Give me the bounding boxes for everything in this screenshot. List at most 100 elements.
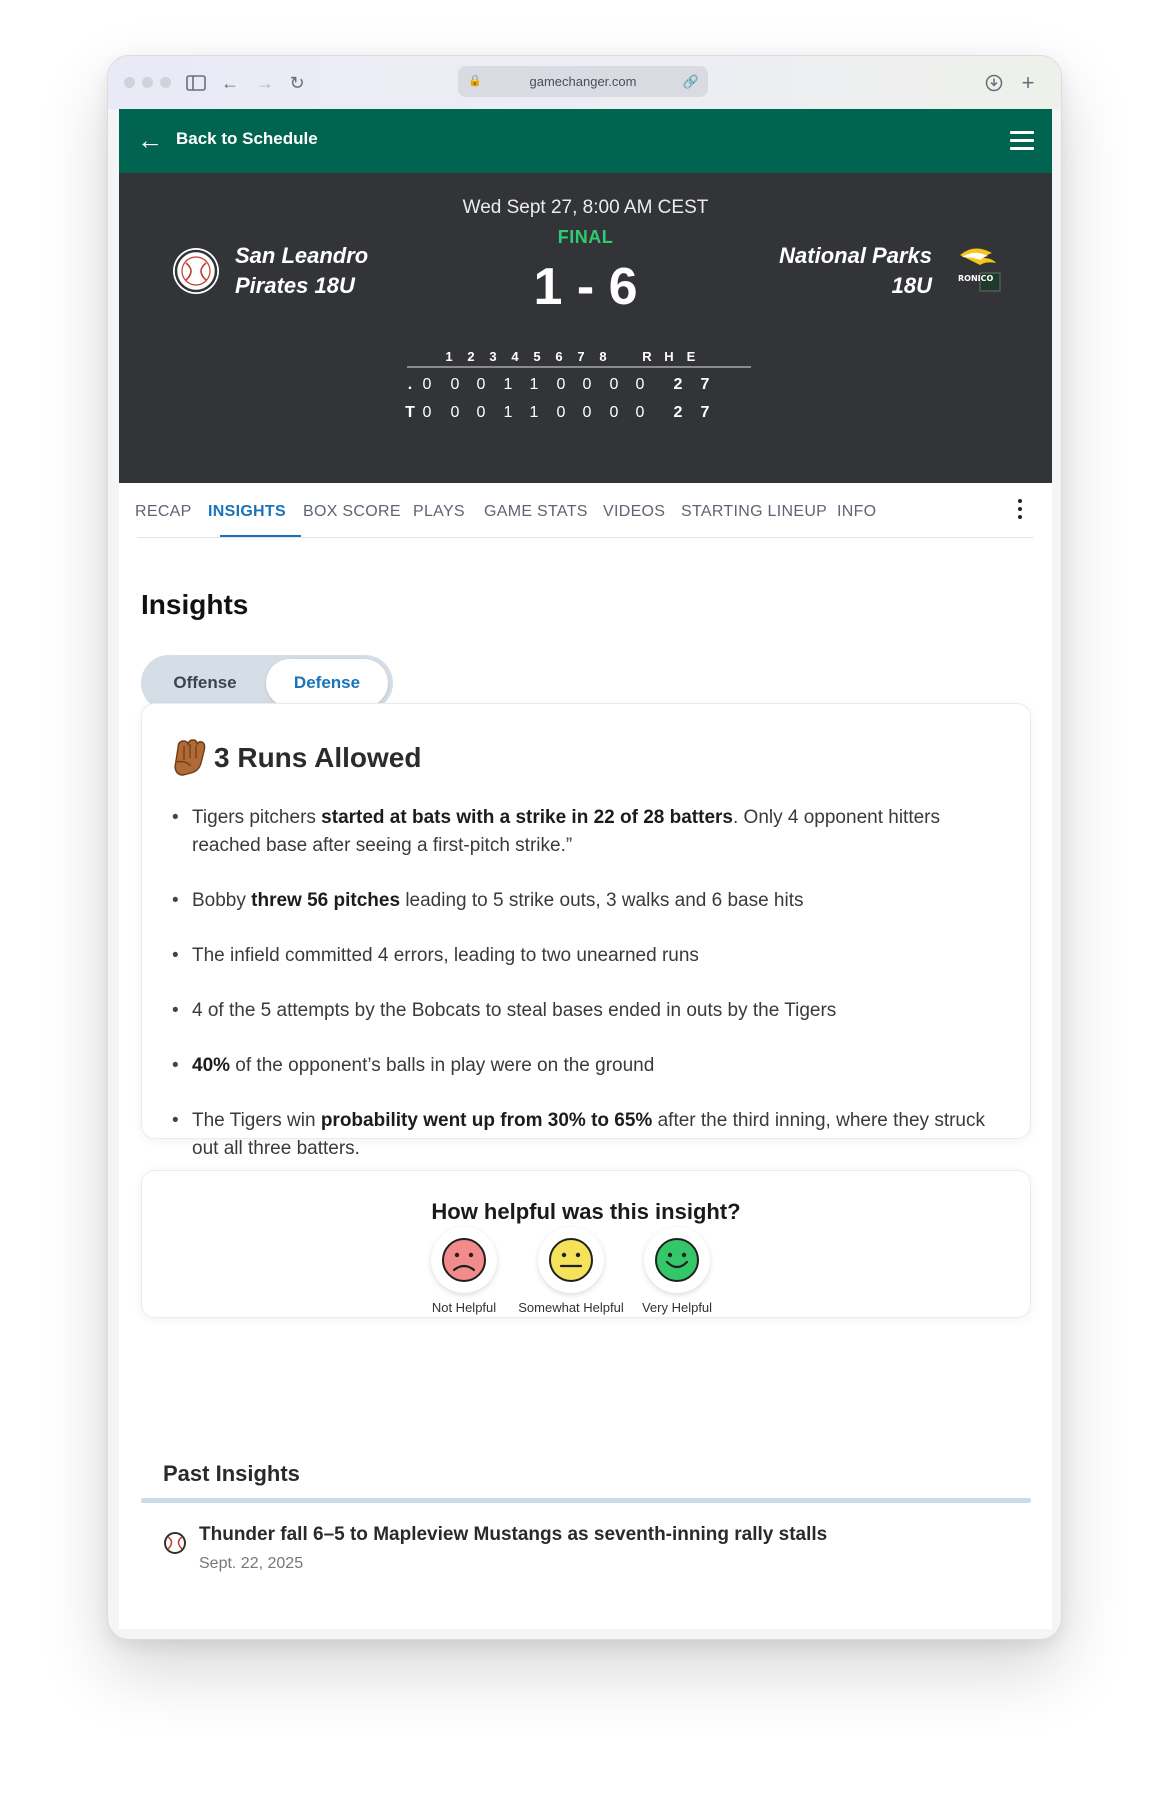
linescore-cell: 0 bbox=[635, 376, 645, 393]
tab-info[interactable]: INFO bbox=[837, 503, 876, 521]
insight-bullet-highlight: 40% bbox=[192, 1055, 231, 1076]
insight-bullet-text: of the opponent’s balls in play were on … bbox=[230, 1055, 655, 1076]
linescore-cell: 1 bbox=[529, 404, 539, 421]
linescore-header-cell: 5 bbox=[533, 349, 541, 364]
linescore-header-cell: E bbox=[686, 349, 696, 364]
linescore-cell: 0 bbox=[450, 376, 460, 393]
insight-bullet-highlight: started at bats with a strike in 22 of 2… bbox=[321, 807, 733, 828]
tab-plays[interactable]: PLAYS bbox=[413, 503, 465, 521]
browser-window: ← → ↻ 🔒 gamechanger.com 🔗 + ← Back to Sc… bbox=[107, 55, 1062, 1640]
linescore-cell: 0 bbox=[556, 404, 566, 421]
linescore-header-cell: 8 bbox=[599, 349, 607, 364]
sidebar-toggle-icon[interactable] bbox=[184, 71, 208, 95]
minimize-window-button[interactable] bbox=[142, 77, 153, 88]
link-icon[interactable]: 🔗 bbox=[683, 66, 699, 97]
linescore-cell: 0 bbox=[422, 376, 432, 393]
insight-bullet-text: The infield committed 4 errors, leading … bbox=[192, 945, 699, 966]
linescore-cell: 1 bbox=[503, 376, 513, 393]
insight-bullet-text: Tigers pitchers bbox=[192, 807, 322, 828]
insight-bullet: 40% of the opponent’s balls in play were… bbox=[172, 1052, 992, 1080]
page-content: ← Back to Schedule Wed Sept 27, 8:00 AM … bbox=[119, 109, 1052, 1629]
linescore-row: .00011000027 bbox=[407, 376, 751, 404]
smile-face-button[interactable] bbox=[644, 1227, 710, 1293]
insight-bullet: Bobby threw 56 pitches leading to 5 stri… bbox=[172, 887, 992, 915]
tab-game-stats[interactable]: GAME STATS bbox=[484, 503, 588, 521]
linescore-cell: 0 bbox=[582, 376, 592, 393]
tab-starting-lineup[interactable]: STARTING LINEUP bbox=[681, 503, 827, 521]
linescore-cell: 0 bbox=[582, 404, 592, 421]
url-text: gamechanger.com bbox=[529, 74, 637, 89]
linescore-header-cell: 3 bbox=[489, 349, 497, 364]
linescore-cell: 0 bbox=[609, 376, 619, 393]
defense-toggle-option[interactable]: Defense bbox=[266, 659, 388, 707]
new-tab-icon[interactable]: + bbox=[1016, 71, 1040, 95]
feedback-question: How helpful was this insight? bbox=[431, 1199, 741, 1224]
back-to-schedule-link[interactable]: Back to Schedule bbox=[176, 129, 318, 149]
browser-toolbar: ← → ↻ 🔒 gamechanger.com 🔗 + bbox=[108, 56, 1061, 109]
svg-text:RONICO: RONICO bbox=[958, 274, 994, 283]
frown-face-icon bbox=[442, 1238, 486, 1282]
linescore-header-cell: R bbox=[642, 349, 652, 364]
neutral-face-button[interactable] bbox=[538, 1227, 604, 1293]
back-icon[interactable]: ← bbox=[218, 71, 242, 95]
linescore-cell: 7 bbox=[700, 404, 710, 421]
insight-bullet-text: leading to 5 strike outs, 3 walks and 6 … bbox=[400, 890, 804, 911]
linescore-header-cell: 6 bbox=[555, 349, 563, 364]
away-team-name[interactable]: National Parks 18U bbox=[779, 241, 932, 301]
download-icon[interactable] bbox=[982, 71, 1006, 95]
linescore-header-cell: 1 bbox=[445, 349, 453, 364]
linescore-cell: 2 bbox=[673, 376, 683, 393]
linescore-header-cell: H bbox=[664, 349, 674, 364]
past-insights-heading: Past Insights bbox=[163, 1461, 300, 1486]
feedback-option-label: Very Helpful bbox=[641, 1300, 713, 1315]
insight-card: 3 Runs Allowed Tigers pitchers started a… bbox=[141, 703, 1031, 1159]
close-window-button[interactable] bbox=[124, 77, 135, 88]
home-team-name[interactable]: San Leandro Pirates 18U bbox=[235, 241, 368, 301]
insight-bullet-list: Tigers pitchers started at bats with a s… bbox=[172, 804, 992, 1190]
tab-box-score[interactable]: BOX SCORE bbox=[303, 503, 401, 521]
linescore-header: 12345678 RHE bbox=[407, 347, 751, 368]
frown-face-button[interactable] bbox=[431, 1227, 497, 1293]
insight-bullet-text: 4 of the 5 attempts by the Bobcats to st… bbox=[192, 1000, 837, 1021]
neutral-face-icon bbox=[549, 1238, 593, 1282]
linescore-row: T00011000027 bbox=[405, 404, 751, 432]
linescore-cell: 0 bbox=[450, 404, 460, 421]
linescore-cell: 0 bbox=[609, 404, 619, 421]
linescore-cell: 0 bbox=[422, 404, 432, 421]
linescore-cell: 0 bbox=[556, 376, 566, 393]
more-options-icon[interactable] bbox=[1018, 499, 1022, 523]
insight-card-title: 3 Runs Allowed bbox=[214, 742, 422, 773]
linescore-cell: 7 bbox=[700, 376, 710, 393]
tab-videos[interactable]: VIDEOS bbox=[603, 503, 665, 521]
hamburger-menu-icon[interactable] bbox=[1010, 131, 1034, 155]
linescore-header-cell: 2 bbox=[467, 349, 475, 364]
page-title: Insights bbox=[141, 589, 249, 620]
address-bar[interactable]: 🔒 gamechanger.com 🔗 bbox=[458, 66, 708, 97]
linescore-cell: 0 bbox=[476, 404, 486, 421]
forward-icon[interactable]: → bbox=[253, 71, 277, 95]
tab-recap[interactable]: RECAP bbox=[135, 503, 192, 521]
insight-bullet: The Tigers win probability went up from … bbox=[172, 1107, 992, 1163]
insight-bullet-text: The Tigers win bbox=[192, 1110, 321, 1131]
game-datetime: Wed Sept 27, 8:00 AM CEST bbox=[462, 197, 709, 218]
linescore-cell: 1 bbox=[503, 404, 513, 421]
tab-insights[interactable]: INSIGHTS bbox=[208, 503, 286, 521]
baseball-glove-icon bbox=[172, 738, 208, 776]
linescore-table: 12345678RHE .00011000027T00011000027 bbox=[405, 347, 751, 432]
insight-bullet: Tigers pitchers started at bats with a s… bbox=[172, 804, 992, 860]
linescore-cell: 0 bbox=[635, 404, 645, 421]
past-insights-divider bbox=[141, 1498, 1031, 1503]
past-insight-title[interactable]: Thunder fall 6–5 to Mapleview Mustangs a… bbox=[199, 1524, 827, 1546]
insight-bullet-highlight: probability went up from 30% to 65% bbox=[320, 1110, 653, 1131]
bronco-team-logo-icon: RONICO bbox=[956, 243, 1002, 293]
maximize-window-button[interactable] bbox=[160, 77, 171, 88]
reload-icon[interactable]: ↻ bbox=[285, 71, 309, 95]
feedback-card: How helpful was this insight? Not Helpfu… bbox=[141, 1170, 1031, 1318]
insight-bullet-highlight: threw 56 pitches bbox=[251, 890, 401, 911]
linescore-header-cell: 4 bbox=[511, 349, 519, 364]
linescore-header-cell: 7 bbox=[577, 349, 585, 364]
lock-icon: 🔒 bbox=[468, 75, 482, 87]
insight-bullet: 4 of the 5 attempts by the Bobcats to st… bbox=[172, 997, 992, 1025]
baseball-team-logo-icon bbox=[173, 248, 219, 294]
arrow-left-icon[interactable]: ← bbox=[137, 125, 163, 155]
